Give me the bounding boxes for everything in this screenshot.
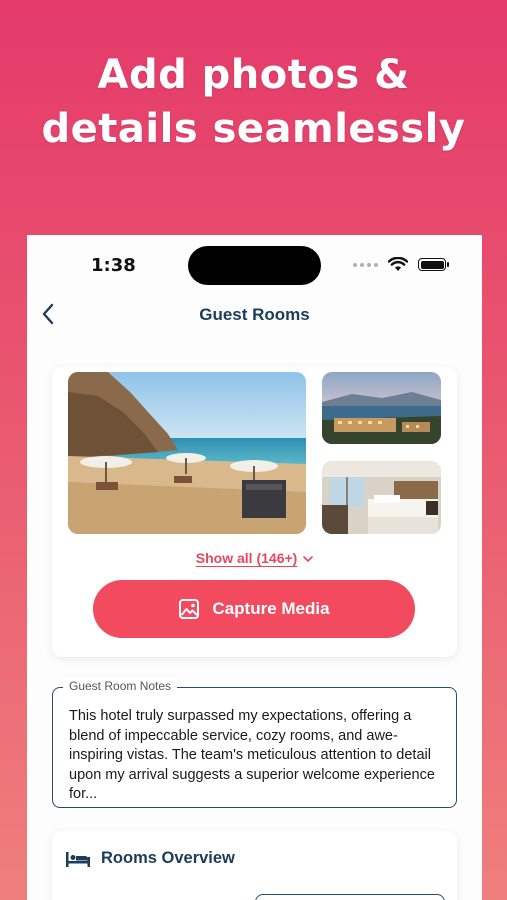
rooms-overview-field[interactable] xyxy=(255,894,445,900)
guest-room-notes-field[interactable]: Guest Room Notes This hotel truly surpas… xyxy=(52,679,457,808)
battery-icon xyxy=(418,258,449,271)
show-all-label: Show all (146+) xyxy=(195,550,298,566)
wifi-icon xyxy=(388,257,408,271)
chevron-down-icon xyxy=(303,556,314,563)
notes-legend: Guest Room Notes xyxy=(63,679,178,693)
photo-beach[interactable] xyxy=(68,372,306,534)
headline-line-2: details seamlessly xyxy=(41,106,466,152)
capture-media-label: Capture Media xyxy=(212,599,330,618)
photo-hotel-room[interactable] xyxy=(322,461,441,534)
capture-media-button[interactable]: Capture Media xyxy=(93,580,415,638)
rooms-overview-title: Rooms Overview xyxy=(101,849,235,867)
status-icons xyxy=(353,257,449,272)
bed-icon xyxy=(66,851,90,867)
dynamic-island xyxy=(188,246,321,285)
media-card: Show all (146+) Capture Media xyxy=(52,367,457,657)
cellular-signal-icon xyxy=(353,262,378,267)
headline-line-1: Add photos & xyxy=(97,52,410,98)
rooms-overview-card: Rooms Overview xyxy=(52,831,457,900)
status-time: 1:38 xyxy=(91,255,136,276)
page-title: Guest Rooms xyxy=(199,305,310,324)
image-icon xyxy=(179,599,200,619)
notes-text: This hotel truly surpassed my expectatio… xyxy=(69,708,435,802)
rooms-overview-header: Rooms Overview xyxy=(65,849,235,868)
phone-screen: 1:38 Guest Rooms Show all (146+) Capture… xyxy=(27,235,482,900)
promo-headline: Add photos & details seamlessly xyxy=(0,48,507,156)
show-all-link[interactable]: Show all (146+) xyxy=(52,550,457,566)
photo-hotel-exterior[interactable] xyxy=(322,372,441,444)
